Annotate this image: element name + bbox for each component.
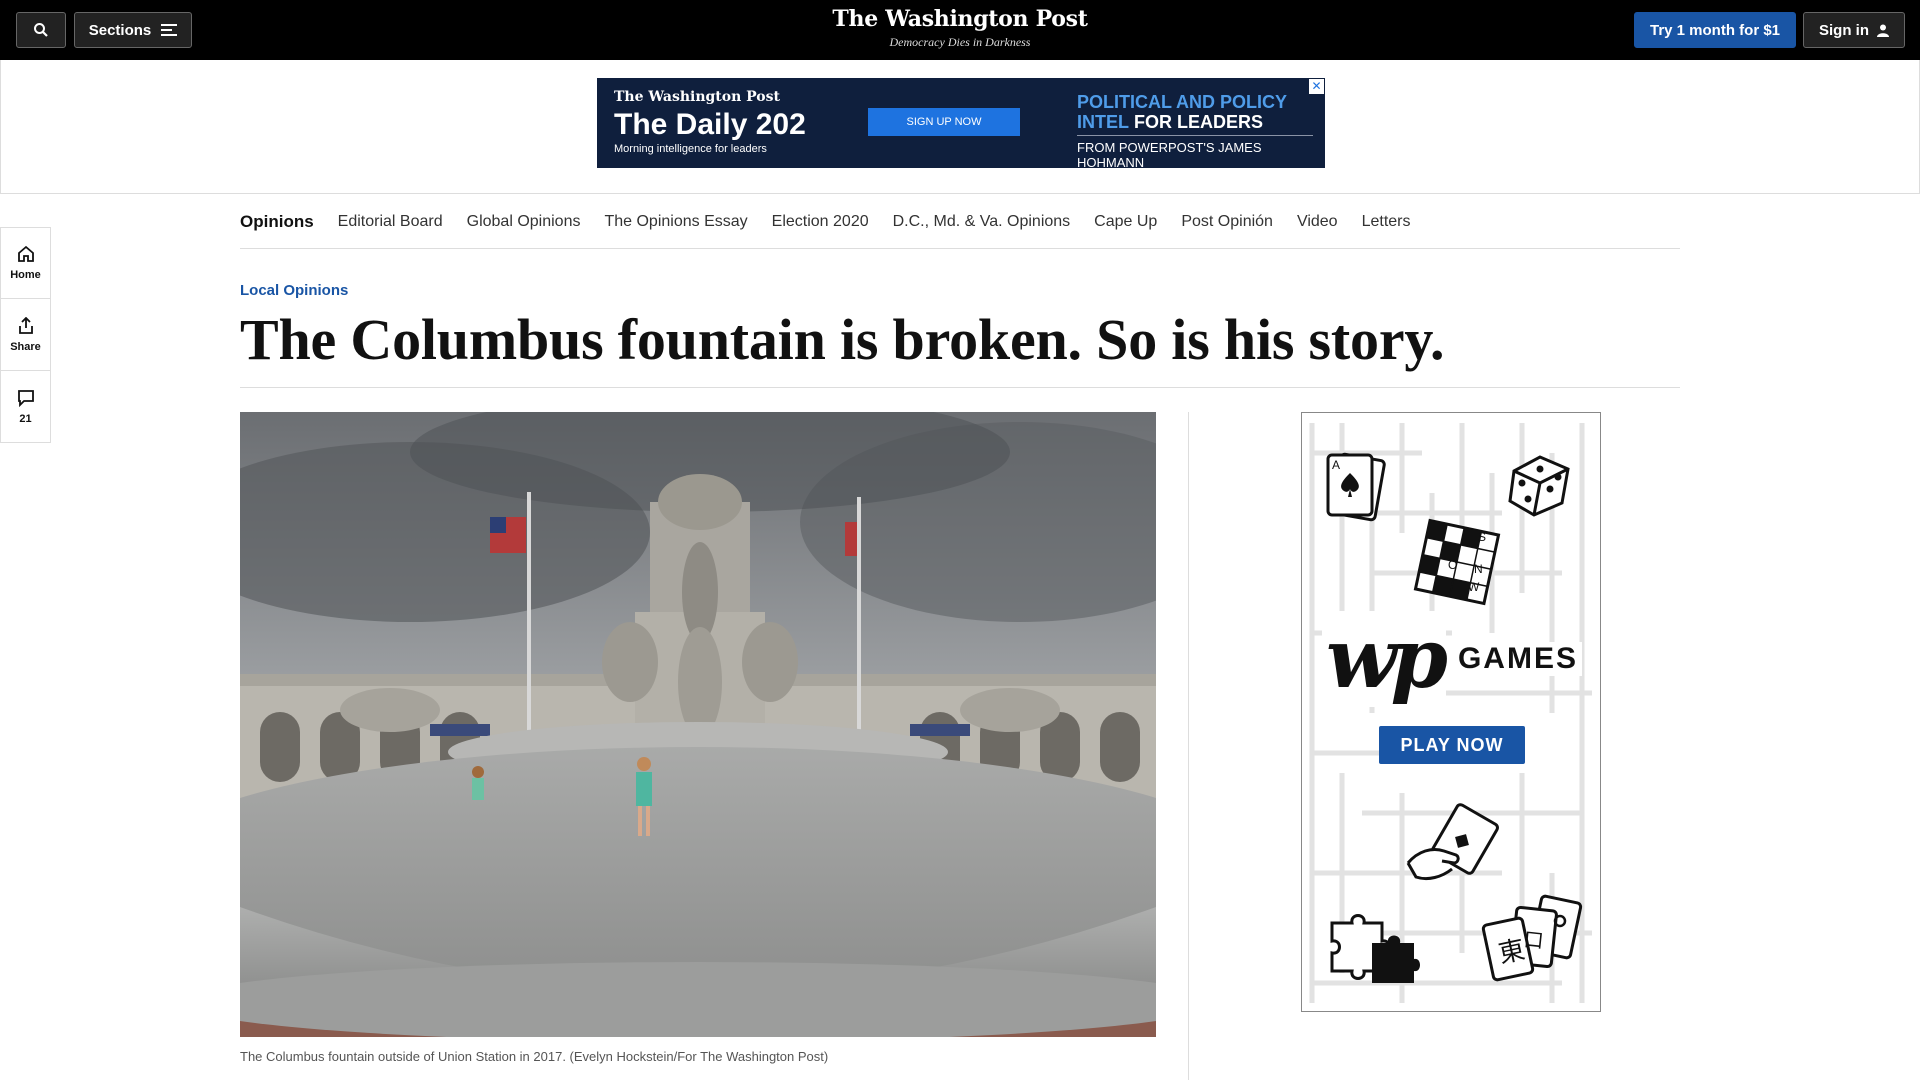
wp-games-logo: wp GAMES	[1302, 611, 1600, 707]
rail-home-button[interactable]: Home	[0, 227, 51, 299]
nav-global-opinions[interactable]: Global Opinions	[467, 213, 581, 231]
rail-comments-button[interactable]: 21	[0, 371, 51, 443]
ad-headline: POLITICAL AND POLICY INTEL FOR LEADERS	[1077, 92, 1287, 132]
ad-divider	[1077, 135, 1313, 136]
masthead-tagline: Democracy Dies in Darkness	[889, 35, 1031, 49]
crossword-letter-o: O	[1448, 558, 1457, 572]
nav-cape-up[interactable]: Cape Up	[1094, 213, 1157, 231]
nav-opinions[interactable]: Opinions	[240, 212, 314, 232]
rail-share-button[interactable]: Share	[0, 299, 51, 371]
ad-signup-button[interactable]: SIGN UP NOW	[868, 108, 1020, 136]
crossword-letter-n: N	[1474, 562, 1483, 576]
rail-home-label: Home	[10, 269, 41, 281]
wp-games-ad[interactable]: A S O N W wp GAMES PLAY NOW 東 口	[1301, 412, 1601, 1012]
subscribe-button[interactable]: Try 1 month for $1	[1634, 12, 1796, 48]
masthead-logo[interactable]: The Washington Post	[0, 6, 1920, 32]
hand-card-icon	[1406, 803, 1499, 881]
share-icon	[18, 316, 33, 334]
photo-caption: The Columbus fountain outside of Union S…	[240, 1049, 829, 1064]
crossword-icon: S O N W	[1413, 518, 1501, 606]
section-nav: Opinions Editorial Board Global Opinions…	[240, 196, 1680, 249]
comment-count: 21	[19, 412, 32, 425]
nav-election-2020[interactable]: Election 2020	[772, 213, 869, 231]
games-label: GAMES	[1453, 642, 1582, 676]
nav-post-opinion[interactable]: Post Opinión	[1181, 213, 1273, 231]
svg-text:口: 口	[1522, 927, 1544, 953]
comment-icon	[17, 389, 34, 407]
playing-card-icon: A	[1326, 452, 1386, 522]
wp-logo: wp	[1322, 611, 1448, 707]
nav-letters[interactable]: Letters	[1362, 213, 1411, 231]
nav-opinions-essay[interactable]: The Opinions Essay	[604, 213, 747, 231]
ad-band: The Washington Post The Daily 202 Mornin…	[0, 60, 1920, 194]
left-rail: Home Share 21	[0, 227, 51, 443]
article-headline: The Columbus fountain is broken. So is h…	[240, 307, 1445, 372]
column-divider	[1188, 412, 1189, 1080]
sign-in-button[interactable]: Sign in	[1803, 12, 1905, 48]
ad-headline-leaders: FOR LEADERS	[1129, 112, 1264, 132]
headline-divider	[240, 387, 1680, 388]
crossword-letter-s: S	[1478, 530, 1486, 544]
daily-202-ad[interactable]: The Washington Post The Daily 202 Mornin…	[597, 78, 1325, 170]
ad-title: The Daily 202	[614, 108, 806, 141]
ad-brand: The Washington Post	[614, 89, 780, 105]
svg-text:A: A	[1332, 458, 1340, 472]
article-kicker[interactable]: Local Opinions	[240, 282, 348, 299]
ad-headline-intel: INTEL	[1077, 112, 1129, 132]
home-icon	[17, 245, 34, 262]
ad-headline-line1: POLITICAL AND POLICY	[1077, 92, 1288, 112]
user-icon	[1877, 24, 1889, 37]
nav-dc-md-va-opinions[interactable]: D.C., Md. & Va. Opinions	[893, 213, 1071, 231]
nav-video[interactable]: Video	[1297, 213, 1338, 231]
rail-share-label: Share	[10, 340, 41, 353]
article-photo[interactable]	[240, 412, 1156, 1037]
dice-icon	[1508, 455, 1570, 517]
mahjong-tiles-icon: 東 口	[1481, 894, 1583, 982]
nav-editorial-board[interactable]: Editorial Board	[338, 213, 443, 231]
masthead[interactable]: The Washington Post Democracy Dies in Da…	[0, 6, 1920, 50]
ad-close-icon[interactable]: ✕	[1309, 79, 1324, 94]
sign-in-label: Sign in	[1819, 21, 1869, 39]
ad-byline: FROM POWERPOST'S JAMES HOHMANN	[1077, 140, 1262, 170]
columbus-fountain-image	[240, 412, 1156, 1037]
puzzle-piece-icon	[1330, 914, 1420, 983]
crossword-letter-w: W	[1468, 580, 1480, 594]
ad-headline-line2: INTEL FOR LEADERS	[1077, 112, 1287, 132]
top-bar: Sections The Washington Post Democracy D…	[0, 0, 1920, 60]
play-now-button[interactable]: PLAY NOW	[1379, 726, 1525, 764]
ad-subtitle: Morning intelligence for leaders	[614, 143, 767, 155]
